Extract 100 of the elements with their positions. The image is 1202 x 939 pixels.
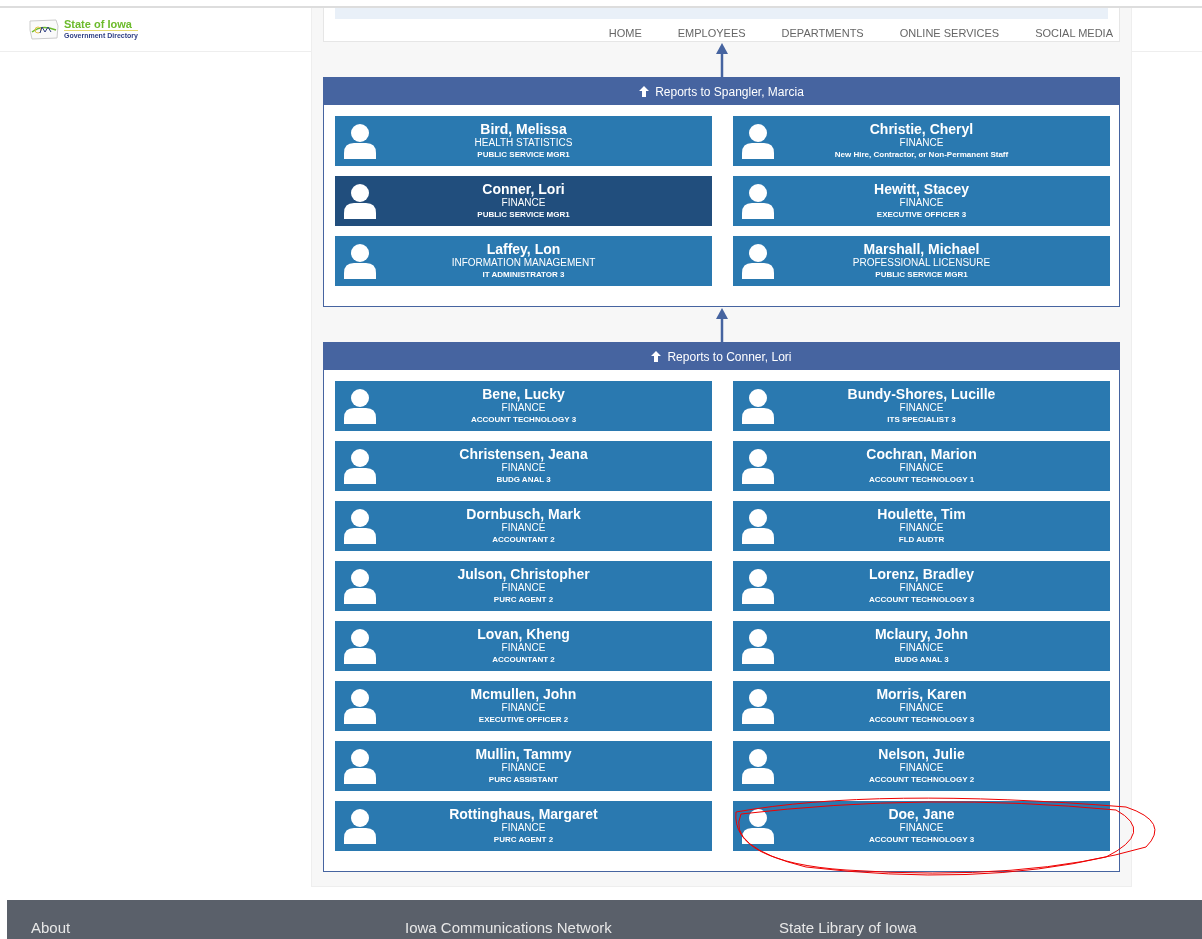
employee-card[interactable]: Lorenz, Bradley FINANCE ACCOUNT TECHNOLOGY 3 [733, 561, 1110, 611]
nav-link[interactable]: DEPARTMENTS [775, 25, 870, 42]
employee-name: Morris, Karen [876, 686, 967, 702]
employee-name: Mclaury, John [874, 626, 969, 642]
nav-link[interactable]: ONLINE SERVICES [893, 25, 1006, 42]
up-arrow-icon [651, 351, 662, 362]
employee-card[interactable]: Julson, Christopher FINANCE PURC AGENT 2 [335, 561, 712, 611]
person-icon [343, 123, 377, 159]
employee-name: Christie, Cheryl [869, 121, 974, 137]
employee-name: Mcmullen, John [470, 686, 577, 702]
person-icon [741, 448, 775, 484]
employee-name: Julson, Christopher [457, 566, 590, 582]
employee-name: Lovan, Kheng [477, 626, 570, 642]
footer-link[interactable]: About [31, 919, 71, 936]
employee-title: ACCOUNTANT 2 [492, 654, 555, 666]
employee-card[interactable]: Mcmullen, John FINANCE EXECUTIVE OFFICER 2 [335, 681, 712, 731]
employee-card[interactable]: Houlette, Tim FINANCE FLD AUDTR [733, 501, 1110, 551]
up-arrow-icon [639, 86, 650, 97]
employee-title: PURC AGENT 2 [493, 834, 554, 846]
employee-title: ITS SPECIALIST 3 [887, 414, 956, 426]
employee-title: ACCOUNT TECHNOLOGY 3 [868, 834, 975, 846]
employee-title: FLD AUDTR [898, 534, 945, 546]
person-icon [741, 388, 775, 424]
employee-name: Cochran, Marion [866, 446, 977, 462]
person-icon [343, 748, 377, 784]
employee-department: FINANCE [899, 522, 944, 534]
employee-title: BUDG ANAL 3 [894, 654, 949, 666]
employee-department: FINANCE [899, 702, 944, 714]
person-icon [741, 568, 775, 604]
employee-card[interactable]: Bird, Melissa HEALTH STATISTICS PUBLIC SERVICE MGR1 [335, 116, 712, 166]
employee-department: FINANCE [899, 762, 944, 774]
employee-title: PURC AGENT 2 [493, 594, 554, 606]
employee-department: FINANCE [501, 402, 546, 414]
employee-card[interactable]: Mclaury, John FINANCE BUDG ANAL 3 [733, 621, 1110, 671]
employee-card[interactable]: Bene, Lucky FINANCE ACCOUNT TECHNOLOGY 3 [335, 381, 712, 431]
employee-card[interactable]: Christie, Cheryl FINANCE New Hire, Contractor, or Non-Permanent Staff [733, 116, 1110, 166]
employee-card[interactable]: Dornbusch, Mark FINANCE ACCOUNTANT 2 [335, 501, 712, 551]
employee-card[interactable]: Christensen, Jeana FINANCE BUDG ANAL 3 [335, 441, 712, 491]
employee-title: ACCOUNT TECHNOLOGY 3 [868, 714, 975, 726]
employee-card[interactable]: Cochran, Marion FINANCE ACCOUNT TECHNOLOGY 1 [733, 441, 1110, 491]
employee-name: Laffey, Lon [486, 241, 561, 257]
employee-department: FINANCE [501, 822, 546, 834]
person-icon [343, 808, 377, 844]
employee-card[interactable]: Mullin, Tammy FINANCE PURC ASSISTANT [335, 741, 712, 791]
employee-department: FINANCE [899, 137, 944, 149]
employee-department: FINANCE [501, 197, 546, 209]
employee-department: FINANCE [899, 402, 944, 414]
employee-name: Marshall, Michael [863, 241, 980, 257]
person-icon [741, 688, 775, 724]
employee-name: Hewitt, Stacey [874, 181, 969, 197]
person-icon [741, 628, 775, 664]
nav-link[interactable]: EMPLOYEES [671, 25, 752, 42]
employee-title: ACCOUNT TECHNOLOGY 1 [868, 474, 975, 486]
person-icon [741, 123, 775, 159]
nav-link[interactable]: HOME [602, 25, 648, 42]
person-icon [741, 243, 775, 279]
logo-icon [28, 17, 60, 42]
person-icon [343, 243, 377, 279]
employee-card[interactable]: Marshall, Michael PROFESSIONAL LICENSURE PUBLIC SERVICE MGR1 [733, 236, 1110, 286]
employee-card[interactable]: Doe, Jane FINANCE ACCOUNT TECHNOLOGY 3 [733, 801, 1110, 851]
employee-department: FINANCE [501, 762, 546, 774]
employee-department: FINANCE [899, 642, 944, 654]
employee-department: INFORMATION MANAGEMENT [451, 257, 596, 269]
employee-name: Bundy-Shores, Lucille [847, 386, 996, 402]
nav-link[interactable]: SOCIAL MEDIA [1029, 25, 1119, 42]
employee-department: FINANCE [501, 642, 546, 654]
employee-title: EXECUTIVE OFFICER 2 [478, 714, 569, 726]
employee-card[interactable]: Bundy-Shores, Lucille FINANCE ITS SPECIALIST 3 [733, 381, 1110, 431]
employee-department: FINANCE [501, 582, 546, 594]
employee-name: Christensen, Jeana [459, 446, 588, 462]
employee-name: Rottinghaus, Margaret [449, 806, 598, 822]
employee-department: FINANCE [899, 462, 944, 474]
employee-name: Doe, Jane [888, 806, 955, 822]
employee-card[interactable]: Laffey, Lon INFORMATION MANAGEMENT IT ADMINISTRATOR 3 [335, 236, 712, 286]
employee-card[interactable]: Conner, Lori FINANCE PUBLIC SERVICE MGR1 [335, 176, 712, 226]
person-icon [343, 183, 377, 219]
footer-link[interactable]: Iowa Communications Network [405, 919, 612, 936]
employee-name: Bird, Melissa [480, 121, 567, 137]
employee-title: EXECUTIVE OFFICER 3 [876, 209, 967, 221]
employee-title: ACCOUNTANT 2 [492, 534, 555, 546]
employee-department: FINANCE [899, 582, 944, 594]
employee-card[interactable]: Hewitt, Stacey FINANCE EXECUTIVE OFFICER 3 [733, 176, 1110, 226]
group-title: Reports to Conner, Lori [667, 348, 792, 366]
employee-department: PROFESSIONAL LICENSURE [852, 257, 991, 269]
employee-card[interactable]: Lovan, Kheng FINANCE ACCOUNTANT 2 [335, 621, 712, 671]
employee-department: FINANCE [899, 197, 944, 209]
person-icon [741, 808, 775, 844]
person-icon [741, 183, 775, 219]
employee-card[interactable]: Nelson, Julie FINANCE ACCOUNT TECHNOLOGY 2 [733, 741, 1110, 791]
footer-link[interactable]: State Library of Iowa [779, 919, 917, 936]
employee-department: FINANCE [501, 702, 546, 714]
employee-title: IT ADMINISTRATOR 3 [482, 269, 565, 281]
employee-name: Conner, Lori [482, 181, 565, 197]
employee-title: PUBLIC SERVICE MGR1 [477, 209, 570, 221]
employee-card[interactable]: Morris, Karen FINANCE ACCOUNT TECHNOLOGY 3 [733, 681, 1110, 731]
employee-card[interactable]: Rottinghaus, Margaret FINANCE PURC AGENT 2 [335, 801, 712, 851]
group-title: Reports to Spangler, Marcia [655, 83, 804, 101]
person-icon [343, 688, 377, 724]
employee-name: Dornbusch, Mark [466, 506, 581, 522]
employee-name: Mullin, Tammy [475, 746, 572, 762]
